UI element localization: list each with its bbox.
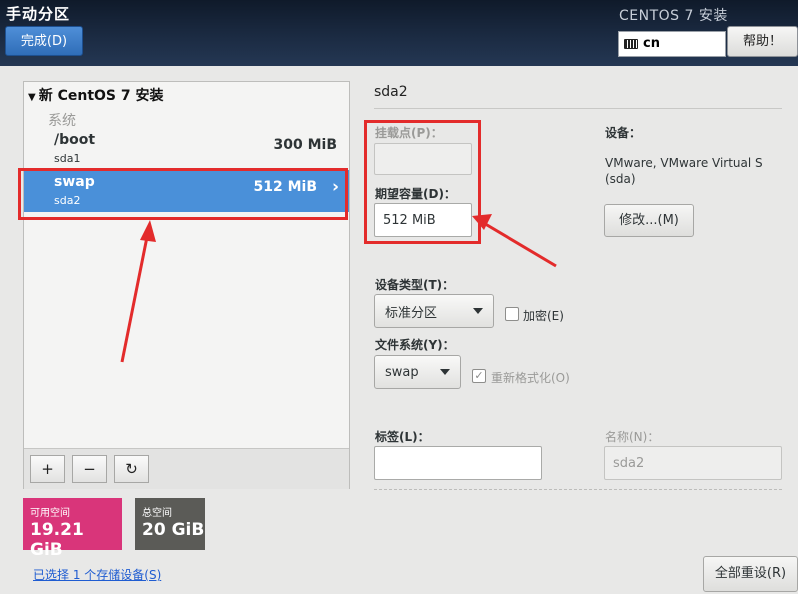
annotation-arrow-left: [120, 231, 150, 363]
annotation-arrowhead-left: [140, 220, 156, 242]
annotation-arrows: [120, 214, 557, 363]
annotation-arrow-right: [481, 220, 557, 268]
